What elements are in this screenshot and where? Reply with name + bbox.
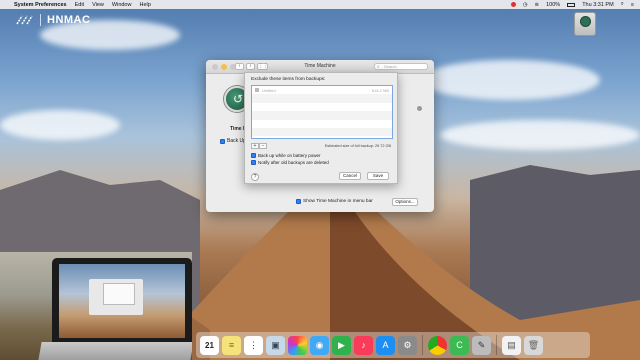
spotlight-icon[interactable]: ⌕ [621, 1, 624, 8]
trash-icon[interactable]: 🗑 [524, 335, 543, 355]
preview-icon[interactable]: ▣ [266, 335, 285, 355]
record-icon[interactable] [510, 2, 516, 7]
checkbox-checked[interactable] [251, 153, 256, 158]
add-remove-controls: + − [251, 143, 267, 149]
watermark-divider [40, 14, 41, 26]
item-size: 616.2 MB [371, 87, 389, 93]
laptop-photo [52, 258, 192, 342]
dock: 21 ≡ ⋮ ▣ ◉ ▶ ♪ A ⚙ C ✎ ▤ 🗑 [196, 332, 590, 358]
watermark-brand: HNMAC [47, 14, 91, 26]
webcam-overlay [0, 252, 192, 360]
cloud [420, 60, 600, 100]
estimated-size: Estimated size of full backup: 29.72 GB [324, 144, 391, 148]
menu-bar: System Preferences Edit View Window Help… [0, 0, 640, 9]
watermark: HNMAC [16, 14, 90, 26]
photos-icon[interactable] [288, 335, 307, 355]
checkbox-checked[interactable] [296, 199, 301, 204]
show-in-menubar-checkbox[interactable]: Show Time Machine in menu bar [296, 199, 373, 204]
menu-edit[interactable]: Edit [75, 2, 84, 8]
hnmac-logo-icon [16, 15, 33, 25]
search-icon: ⌕ [377, 64, 380, 69]
back-up-automatically-checkbox[interactable]: Back Up [220, 138, 246, 144]
menu-window[interactable]: Window [112, 2, 132, 8]
options-button[interactable]: Options... [392, 198, 418, 206]
app-menu[interactable]: System Preferences [14, 2, 67, 8]
camtasia-icon[interactable]: C [450, 335, 469, 355]
backup-drive-icon[interactable] [574, 12, 596, 36]
item-name: Untitled [262, 87, 276, 93]
menu-view[interactable]: View [92, 2, 104, 8]
battery-backup-checkbox[interactable]: Back up while on battery power [251, 153, 321, 158]
laptop-screen [59, 264, 185, 338]
calendar-icon[interactable]: 21 [200, 335, 219, 355]
list-item[interactable]: Untitled 616.2 MB [252, 86, 392, 94]
scripteditor-icon[interactable]: ✎ [472, 335, 491, 355]
search-placeholder: Search [384, 64, 397, 69]
mini-sheet [103, 283, 135, 305]
dock-separator [422, 335, 423, 355]
exclude-items-sheet: Exclude these items from backups: Untitl… [244, 72, 398, 184]
wifi-icon[interactable]: ≋ [535, 2, 540, 8]
timemachine-menu-icon[interactable]: ◷ [523, 2, 528, 8]
dock-separator [496, 335, 497, 355]
checkbox-checked[interactable] [220, 138, 225, 144]
list-item[interactable] [252, 94, 392, 103]
battery-icon[interactable] [567, 2, 576, 7]
messages-icon[interactable]: ◉ [310, 335, 329, 355]
battery-option-label: Back up while on battery power [258, 153, 321, 158]
notify-option-label: Notify after old backups are deleted [258, 160, 329, 165]
save-button[interactable]: Save [367, 172, 389, 180]
cancel-button[interactable]: Cancel [339, 172, 361, 180]
sysprefs-icon[interactable]: ⚙ [398, 335, 417, 355]
cloud [440, 120, 640, 150]
exclusion-list[interactable]: Untitled 616.2 MB [251, 85, 393, 139]
sheet-title: Exclude these items from backups: [251, 77, 326, 82]
menu-help[interactable]: Help [139, 2, 150, 8]
document-icon[interactable]: ▤ [502, 335, 521, 355]
notify-deleted-checkbox[interactable]: Notify after old backups are deleted [251, 160, 329, 165]
list-item[interactable] [252, 111, 392, 120]
list-item[interactable] [252, 103, 392, 111]
notes-icon[interactable]: ≡ [222, 335, 241, 355]
search-field[interactable]: ⌕ Search [374, 63, 428, 70]
cloud [0, 110, 120, 140]
clock[interactable]: Thu 3:31 PM [582, 2, 614, 8]
appstore-icon[interactable]: A [376, 335, 395, 355]
help-button[interactable]: ? [251, 173, 259, 181]
show-in-menubar-label: Show Time Machine in menu bar [303, 199, 373, 204]
info-icon[interactable] [417, 106, 422, 111]
remove-button[interactable]: − [259, 143, 267, 149]
add-button[interactable]: + [251, 143, 259, 149]
checkbox-checked[interactable] [251, 160, 256, 165]
battery-text[interactable]: 100% [546, 2, 560, 8]
list-item[interactable] [252, 120, 392, 128]
chrome-icon[interactable] [428, 335, 447, 355]
facetime-icon[interactable]: ▶ [332, 335, 351, 355]
laptop-keyboard [38, 342, 192, 360]
music-icon[interactable]: ♪ [354, 335, 373, 355]
reminders-icon[interactable]: ⋮ [244, 335, 263, 355]
list-item[interactable] [252, 127, 392, 137]
notification-center-icon[interactable]: ≡ [631, 2, 634, 8]
disk-icon [255, 88, 259, 93]
